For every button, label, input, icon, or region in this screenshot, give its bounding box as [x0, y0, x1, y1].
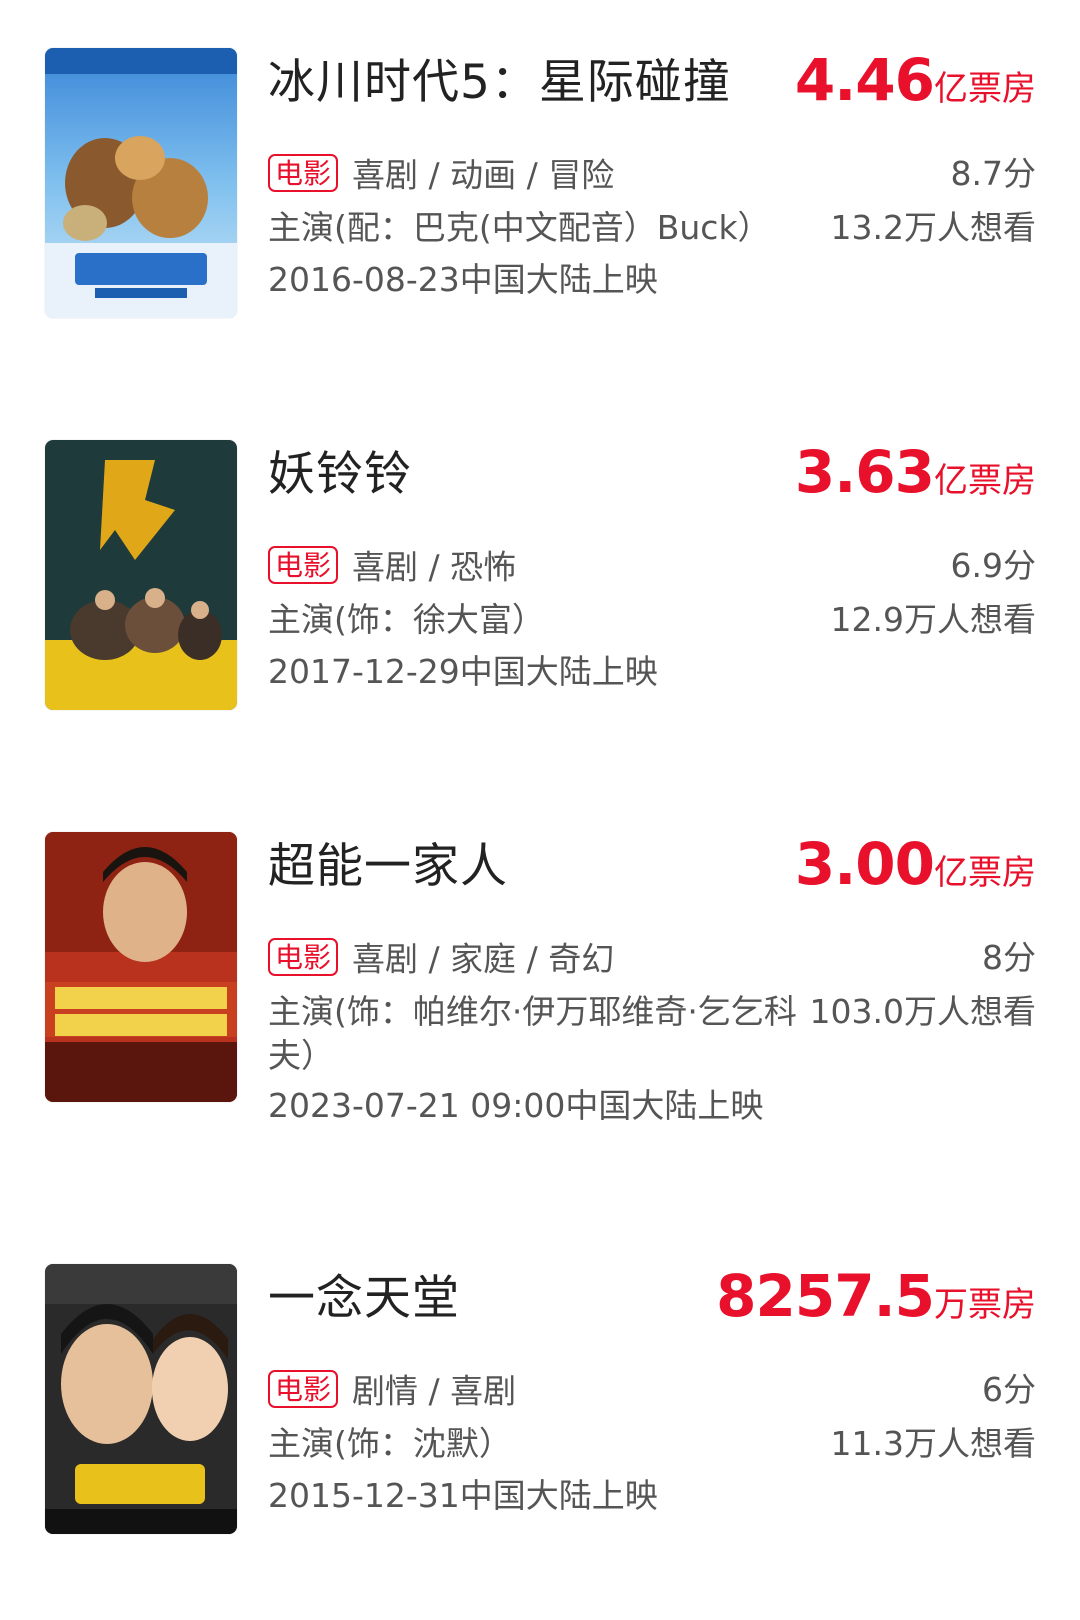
- box-office-unit: 亿票房: [934, 853, 1036, 893]
- box-office: 8257.5万票房: [716, 1262, 1036, 1330]
- movie-genres: 剧情 / 喜剧: [352, 1371, 517, 1411]
- genre-line: 电影 喜剧 / 动画 / 冒险: [268, 150, 614, 200]
- want-to-see-count: 13.2万人想看: [830, 208, 1036, 247]
- movie-item-2[interactable]: 妖铃铃 3.63亿票房 电影 喜剧 / 恐怖 6.9分 主演(饰：徐大富） 12.…: [0, 392, 1080, 710]
- movie-poster-image[interactable]: [45, 1264, 237, 1534]
- genre-line: 电影 剧情 / 喜剧: [268, 1366, 516, 1416]
- movie-cast: 主演(配：巴克(中文配音）Buck）: [268, 208, 771, 247]
- movie-title[interactable]: 冰川时代5：星际碰撞: [268, 48, 731, 118]
- movie-poster-image[interactable]: [45, 832, 237, 1102]
- movie-tag-badge: 电影: [268, 153, 339, 192]
- movie-item-4[interactable]: 一念天堂 8257.5万票房 电影 剧情 / 喜剧 6分 主演(饰：沈默） 11.…: [0, 1216, 1080, 1534]
- movie-tag-badge: 电影: [268, 1369, 339, 1408]
- movie-poster-image[interactable]: [45, 440, 237, 710]
- box-office-unit: 亿票房: [934, 69, 1036, 109]
- movie-cast: 主演(饰：徐大富）: [268, 600, 545, 639]
- box-office-unit: 亿票房: [934, 461, 1036, 501]
- box-office: 3.00亿票房: [795, 830, 1036, 898]
- box-office-amount: 3.63: [794, 438, 935, 506]
- movie-score: 6分: [982, 1370, 1036, 1409]
- movie-tag-badge: 电影: [268, 937, 339, 976]
- want-to-see-count: 103.0万人想看: [809, 992, 1036, 1031]
- want-to-see-count: 12.9万人想看: [830, 600, 1036, 639]
- movie-score: 6.9分: [950, 546, 1036, 585]
- movie-title[interactable]: 妖铃铃: [268, 440, 412, 510]
- release-date: 2023-07-21 09:00中国大陆上映: [268, 1086, 764, 1125]
- movie-cast: 主演(饰：沈默）: [268, 1424, 512, 1463]
- box-office-amount: 3.00: [794, 830, 935, 898]
- box-office: 4.46亿票房: [795, 46, 1036, 114]
- release-date: 2015-12-31中国大陆上映: [268, 1476, 658, 1515]
- movie-poster-image[interactable]: [45, 48, 237, 318]
- release-date: 2017-12-29中国大陆上映: [268, 652, 658, 691]
- movie-tag-badge: 电影: [268, 545, 339, 584]
- movie-title[interactable]: 超能一家人: [268, 832, 508, 902]
- box-office-amount: 8257.5: [716, 1262, 935, 1330]
- movie-list: 冰川时代5：星际碰撞 4.46亿票房 电影 喜剧 / 动画 / 冒险 8.7分 主…: [0, 0, 1080, 1620]
- release-date: 2016-08-23中国大陆上映: [268, 260, 658, 299]
- genre-line: 电影 喜剧 / 家庭 / 奇幻: [268, 934, 614, 984]
- movie-genres: 喜剧 / 动画 / 冒险: [352, 155, 615, 195]
- movie-item-1[interactable]: 冰川时代5：星际碰撞 4.46亿票房 电影 喜剧 / 动画 / 冒险 8.7分 主…: [0, 0, 1080, 318]
- movie-item-3[interactable]: 超能一家人 3.00亿票房 电影 喜剧 / 家庭 / 奇幻 8分 主演(饰：帕维尔…: [0, 784, 1080, 1125]
- movie-genres: 喜剧 / 恐怖: [352, 547, 517, 587]
- box-office-amount: 4.46: [794, 46, 935, 114]
- want-to-see-count: 11.3万人想看: [830, 1424, 1036, 1463]
- movie-score: 8分: [982, 938, 1036, 977]
- genre-line: 电影 喜剧 / 恐怖: [268, 542, 516, 592]
- movie-title[interactable]: 一念天堂: [268, 1264, 460, 1334]
- movie-genres: 喜剧 / 家庭 / 奇幻: [352, 939, 615, 979]
- movie-cast: 主演(饰：帕维尔·伊万耶维奇·乞乞科夫）: [268, 992, 797, 1075]
- box-office-unit: 万票房: [934, 1285, 1036, 1325]
- box-office: 3.63亿票房: [795, 438, 1036, 506]
- movie-score: 8.7分: [950, 154, 1036, 193]
